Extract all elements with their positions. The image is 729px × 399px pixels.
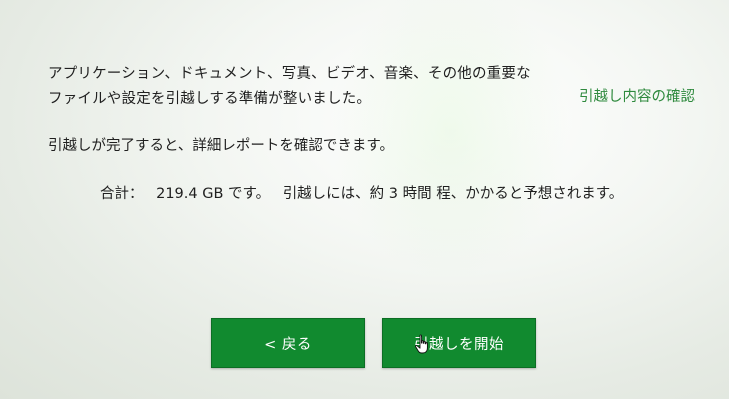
estimated-time: 引越しには、約 3 時間 程、かかると予想されます。 <box>282 186 624 202</box>
report-notice: 引越しが完了すると、詳細レポートを確認できます。 <box>48 138 394 154</box>
migration-screen: アプリケーション、ドキュメント、写真、ビデオ、音楽、その他の重要な ファイルや設… <box>0 0 729 399</box>
start-migration-button[interactable]: 引越しを開始 <box>382 318 536 368</box>
transfer-summary: 合計： 219.4 GB です。 引越しには、約 3 時間 程、かかると予想され… <box>100 184 631 204</box>
back-button-label: < 戻る <box>264 336 312 353</box>
total-size: 219.4 GB です。 <box>156 186 271 202</box>
intro-line-2: ファイルや設定を引越しする準備が整いました。 <box>48 91 372 107</box>
review-contents-link[interactable]: 引越し内容の確認 <box>579 87 695 107</box>
intro-text: アプリケーション、ドキュメント、写真、ビデオ、音楽、その他の重要な ファイルや設… <box>48 62 608 112</box>
start-button-label: 引越しを開始 <box>414 336 504 353</box>
back-button[interactable]: < 戻る <box>211 318 365 368</box>
total-label: 合計： <box>100 186 144 202</box>
intro-line-1: アプリケーション、ドキュメント、写真、ビデオ、音楽、その他の重要な <box>48 66 531 82</box>
